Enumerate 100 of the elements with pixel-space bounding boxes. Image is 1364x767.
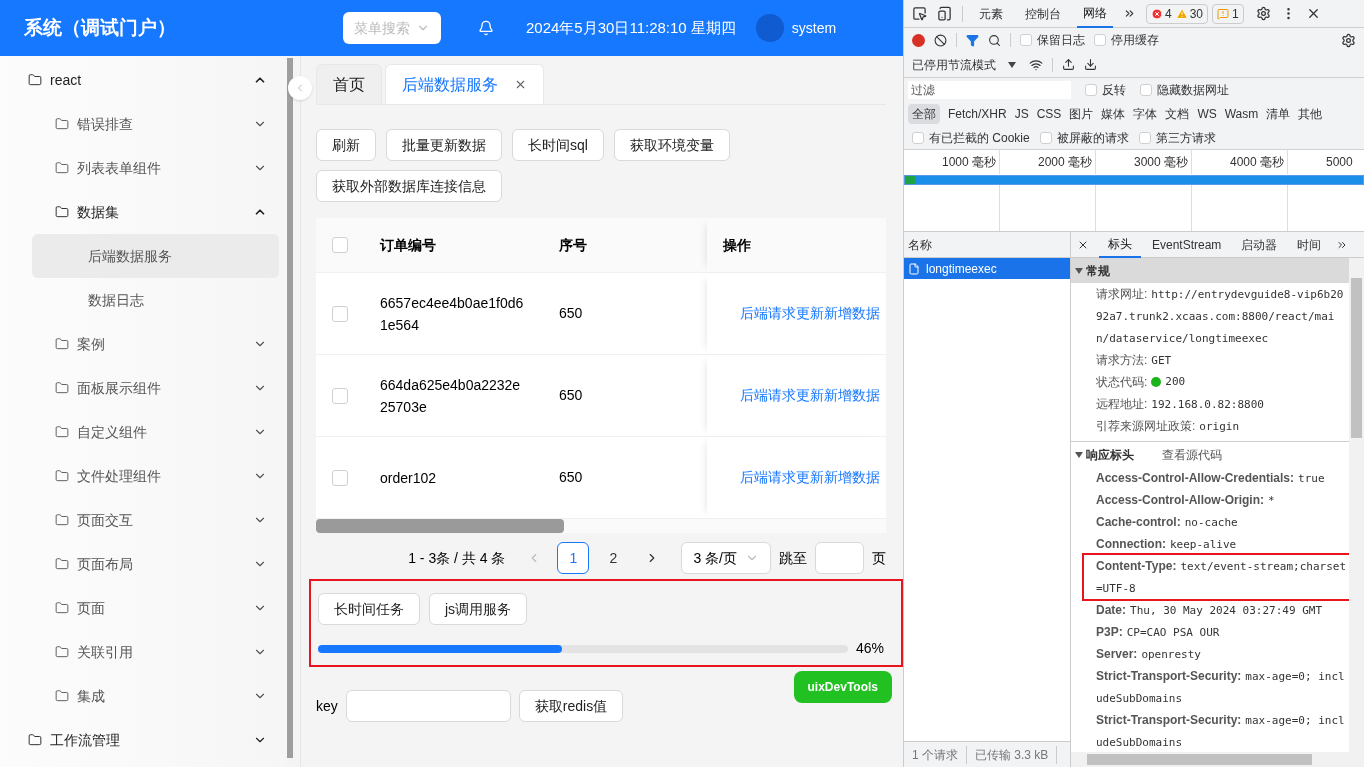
console-counts[interactable]: 4 30: [1146, 3, 1209, 24]
type-filter[interactable]: 图片: [1065, 104, 1098, 124]
device-toolbar-icon[interactable]: [937, 6, 952, 21]
scrollbar-thumb[interactable]: [1351, 278, 1362, 438]
close-icon[interactable]: [514, 78, 527, 91]
action-button[interactable]: 刷新: [316, 129, 376, 161]
detail-tab[interactable]: 启动器: [1232, 231, 1287, 258]
page-jump-field[interactable]: [815, 542, 864, 574]
checkbox[interactable]: [1020, 34, 1032, 46]
sidebar-item[interactable]: 列表表单组件: [0, 146, 287, 190]
issues-counter[interactable]: 1: [1212, 3, 1244, 24]
header-value: 200: [1165, 373, 1186, 390]
timeline-tick: 1000 毫秒: [941, 154, 996, 171]
header-row-text: Date: Thu, 30 May 2024 03:27:49 GMT: [1096, 602, 1324, 619]
table-link[interactable]: 后端请求更新新增数据: [740, 303, 880, 324]
header-row: Content-Type: text/event-stream;charset=UTF-8: [1084, 555, 1349, 599]
table-cell-text: 650: [559, 386, 583, 405]
type-filter[interactable]: Wasm: [1220, 104, 1263, 124]
user-name[interactable]: system: [791, 17, 837, 39]
sidebar-item[interactable]: 错误排查: [0, 102, 287, 146]
table-cell-text: 650: [559, 304, 583, 323]
action-button[interactable]: 获取外部数据库连接信息: [316, 170, 502, 202]
checkbox[interactable]: [1140, 84, 1152, 96]
sidebar-item[interactable]: 页面布局: [0, 542, 287, 586]
header-row-text: Connection: keep-alive: [1096, 536, 1238, 553]
sidebar-item[interactable]: 工作流管理: [0, 718, 287, 762]
search-icon[interactable]: [988, 33, 1001, 47]
page-number[interactable]: 2: [597, 542, 630, 574]
type-filter[interactable]: Fetch/XHR: [944, 104, 1011, 124]
network-conditions-icon[interactable]: [1029, 57, 1043, 72]
throttle-select[interactable]: 已停用节流模式: [912, 55, 1016, 74]
scrollbar-thumb[interactable]: [1087, 754, 1312, 765]
folder-icon: [55, 381, 69, 395]
detail-tab[interactable]: EventStream: [1143, 231, 1231, 258]
sidebar-item[interactable]: 案例: [0, 322, 287, 366]
devtools-tab[interactable]: 网络: [1077, 0, 1113, 28]
sidebar-item[interactable]: 页面: [0, 586, 287, 630]
request-row[interactable]: longtimeexec: [904, 258, 1070, 279]
type-filter[interactable]: 清单: [1262, 104, 1295, 124]
sidebar-item[interactable]: 自定义组件: [0, 410, 287, 454]
sidebar-item[interactable]: 数据集: [0, 190, 287, 234]
sidebar-item[interactable]: 页面交互: [0, 498, 287, 542]
page-number[interactable]: 1: [557, 542, 590, 574]
action-button[interactable]: 获取环境变量: [613, 129, 730, 161]
row-checkbox[interactable]: [332, 469, 348, 486]
sidebar-item[interactable]: 面板展示组件: [0, 366, 287, 410]
checkbox[interactable]: [912, 131, 924, 144]
table-link[interactable]: 后端请求更新新增数据: [740, 467, 880, 488]
scrollbar-thumb[interactable]: [316, 519, 564, 533]
page-tab[interactable]: 首页: [316, 64, 382, 104]
inspect-icon[interactable]: [912, 6, 927, 21]
timeline-tick: 5000: [1326, 154, 1353, 171]
type-filter[interactable]: 字体: [1129, 104, 1162, 124]
type-filter[interactable]: 文档: [1161, 104, 1194, 124]
devtools-tab[interactable]: 元素: [973, 0, 1009, 28]
action-button[interactable]: 批量更新数据: [386, 129, 502, 161]
checkbox[interactable]: [1138, 131, 1151, 144]
row-checkbox[interactable]: [332, 305, 348, 322]
select-all-checkbox[interactable]: [332, 237, 348, 253]
view-source-link[interactable]: 查看源代码: [1162, 445, 1222, 464]
action-button[interactable]: js调用服务: [429, 593, 528, 625]
key-input-field[interactable]: [345, 690, 511, 722]
page-tab[interactable]: 后端数据服务: [385, 64, 544, 104]
sidebar-item[interactable]: react: [0, 58, 287, 102]
sidebar-item[interactable]: 数据日志: [32, 278, 279, 322]
type-filter[interactable]: CSS: [1032, 104, 1066, 124]
row-checkbox[interactable]: [332, 387, 348, 404]
upload-icon[interactable]: [1062, 58, 1075, 71]
checkbox-label: 有已拦截的 Cookie: [929, 129, 1030, 147]
error-count: 4: [1165, 5, 1172, 23]
devtools-tab[interactable]: 控制台: [1019, 0, 1067, 28]
type-filter[interactable]: JS: [1010, 104, 1033, 124]
filter-icon[interactable]: [966, 33, 979, 47]
clear-icon[interactable]: [934, 33, 947, 47]
more-tabs-icon[interactable]: [1123, 7, 1136, 20]
action-button[interactable]: 长时间任务: [318, 593, 420, 625]
type-filter[interactable]: WS: [1193, 104, 1221, 124]
sidebar-item[interactable]: 文件处理组件: [0, 454, 287, 498]
checkbox[interactable]: [1085, 84, 1097, 96]
record-button[interactable]: [912, 33, 925, 47]
type-filter[interactable]: 其他: [1294, 104, 1327, 124]
type-filter[interactable]: 全部: [908, 104, 940, 124]
download-icon[interactable]: [1084, 58, 1097, 71]
notification-icon[interactable]: [478, 20, 494, 36]
sidebar-item[interactable]: 后端数据服务: [32, 234, 279, 278]
settings-icon[interactable]: [1255, 6, 1271, 21]
type-filter[interactable]: 媒体: [1097, 104, 1130, 124]
sidebar-item[interactable]: 关联引用: [0, 630, 287, 674]
redis-button[interactable]: 获取redis值: [518, 690, 624, 722]
folder-icon: [55, 337, 69, 351]
page-size-select[interactable]: 3 条/页: [681, 542, 771, 574]
folder-icon: [55, 689, 69, 703]
detail-tab[interactable]: 时间: [1288, 231, 1331, 258]
settings-icon[interactable]: [1341, 32, 1356, 48]
checkbox[interactable]: [1039, 131, 1052, 144]
sidebar-item[interactable]: 集成: [0, 674, 287, 718]
action-button[interactable]: 长时间sql: [512, 129, 604, 161]
checkbox[interactable]: [1094, 34, 1106, 46]
table-link[interactable]: 后端请求更新新增数据: [740, 385, 880, 406]
filter-field[interactable]: 过滤: [908, 81, 1071, 99]
